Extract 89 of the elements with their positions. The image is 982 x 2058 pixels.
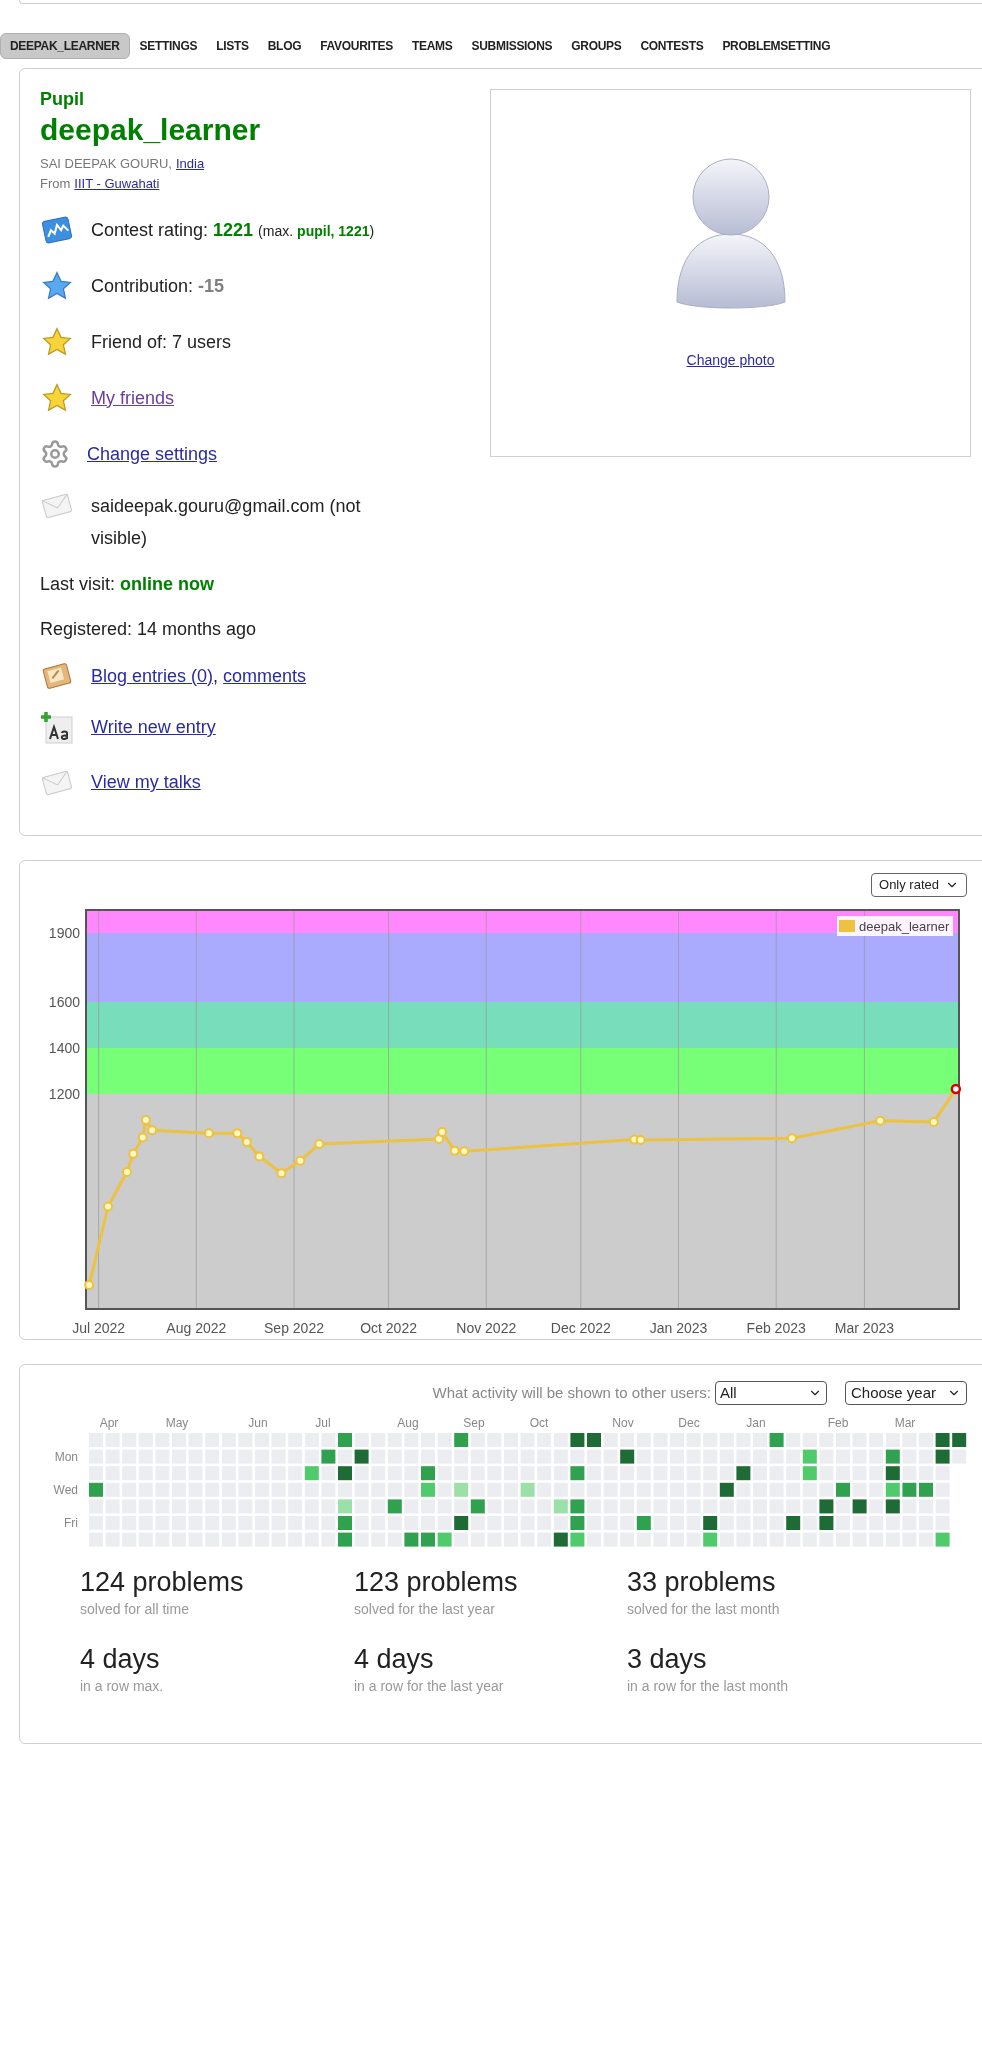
comments-link[interactable]: comments bbox=[223, 662, 307, 690]
x-axis-label: Mar 2023 bbox=[834, 1320, 895, 1336]
star-icon bbox=[40, 382, 74, 414]
x-axis-label: Oct 2022 bbox=[360, 1320, 417, 1336]
stat-caption: solved for the last month bbox=[627, 1600, 781, 1619]
nav-tab[interactable]: SETTINGS bbox=[130, 33, 207, 59]
stat-value: 4 days bbox=[354, 1643, 435, 1676]
country-link[interactable]: India bbox=[175, 154, 205, 174]
nav-tab[interactable]: CONTESTS bbox=[631, 33, 713, 59]
from-label: From bbox=[40, 175, 71, 193]
stat-caption: in a row max. bbox=[80, 1677, 165, 1696]
x-axis-label: Jan 2023 bbox=[649, 1320, 708, 1336]
write-entry-icon bbox=[40, 710, 74, 745]
month-label: Dec bbox=[678, 1416, 700, 1430]
stat-caption: solved for all time bbox=[80, 1600, 190, 1619]
month-label: Sep bbox=[463, 1416, 485, 1430]
user-handle: deepak_learner bbox=[40, 112, 262, 148]
nav-tab[interactable]: TEAMS bbox=[403, 33, 462, 59]
legend-label: deepak_learner bbox=[859, 919, 950, 934]
friend-of-text: Friend of: 7 users bbox=[91, 330, 232, 354]
nav-tab[interactable]: FAVOURITES bbox=[311, 33, 402, 59]
x-axis-label: Feb 2023 bbox=[746, 1320, 806, 1336]
weekday-label: Fri bbox=[64, 1516, 78, 1530]
write-entry-link[interactable]: Write new entry bbox=[91, 714, 216, 741]
email-text: saideepak.gouru@gmail.com (not visible) bbox=[91, 495, 362, 550]
x-axis-label: Sep 2022 bbox=[264, 1320, 324, 1336]
registered-text: Registered: 14 months ago bbox=[40, 618, 257, 641]
x-axis-label: Aug 2022 bbox=[166, 1320, 227, 1336]
month-label: Nov bbox=[612, 1416, 634, 1430]
view-talks-link[interactable]: View my talks bbox=[91, 769, 201, 796]
weekday-label: Mon bbox=[54, 1449, 78, 1464]
nav-tab[interactable]: PROBLEMSETTING bbox=[713, 33, 840, 59]
comma-text: , bbox=[213, 664, 219, 688]
month-label: May bbox=[165, 1416, 189, 1430]
nav-tab[interactable]: BLOG bbox=[258, 33, 311, 59]
stat-value: 33 problems bbox=[627, 1566, 777, 1599]
max-rating-prefix: (max. bbox=[258, 221, 294, 241]
last-visit-label: Last visit: bbox=[40, 573, 116, 596]
legend-swatch bbox=[839, 920, 855, 932]
month-label: Aug bbox=[397, 1416, 419, 1430]
stat-value: 3 days bbox=[627, 1643, 708, 1676]
visibility-label: What activity will be shown to other users: bbox=[432, 1382, 711, 1403]
year-select[interactable]: Choose year bbox=[845, 1381, 967, 1405]
max-rating-value: pupil, 1221 bbox=[297, 221, 370, 241]
rating-point[interactable] bbox=[950, 1083, 962, 1095]
last-visit-value: online now bbox=[120, 573, 215, 596]
y-axis-label: 1200 bbox=[48, 1085, 80, 1102]
month-label: Oct bbox=[529, 1416, 549, 1430]
x-axis-label: Nov 2022 bbox=[456, 1320, 517, 1336]
y-axis-label: 1400 bbox=[48, 1039, 80, 1056]
rating-point[interactable] bbox=[84, 1280, 95, 1291]
star-icon bbox=[40, 270, 74, 302]
weekday-label: Wed bbox=[53, 1482, 78, 1497]
month-label: Jun bbox=[248, 1416, 268, 1430]
nav-tab[interactable]: GROUPS bbox=[562, 33, 631, 59]
stat-caption: in a row for the last month bbox=[627, 1677, 790, 1696]
month-label: Jan bbox=[746, 1416, 766, 1430]
rating-filter-select[interactable]: Only rated bbox=[871, 873, 967, 897]
nav-tab[interactable]: LISTS bbox=[207, 33, 258, 59]
contribution-label: Contribution: bbox=[91, 274, 194, 298]
x-axis-label: Dec 2022 bbox=[550, 1320, 611, 1336]
stat-value: 123 problems bbox=[354, 1566, 519, 1599]
stat-caption: solved for the last year bbox=[354, 1600, 496, 1619]
settings-icon bbox=[40, 439, 70, 469]
contribution-value: -15 bbox=[198, 274, 225, 298]
rank-label: Pupil bbox=[40, 88, 85, 111]
nav-tab[interactable]: DEEPAK_LEARNER bbox=[0, 33, 130, 59]
visibility-select[interactable]: All bbox=[715, 1381, 827, 1405]
y-axis-label: 1600 bbox=[48, 993, 80, 1010]
full-name: SAI DEEPAK GOURU, bbox=[40, 155, 172, 173]
rating-label: Contest rating: bbox=[91, 218, 209, 242]
month-label: Jul bbox=[315, 1416, 331, 1430]
stat-value: 4 days bbox=[80, 1643, 161, 1676]
stat-value: 124 problems bbox=[80, 1566, 245, 1599]
organization-link[interactable]: IIIT - Guwahati bbox=[74, 174, 160, 194]
blog-entries-link[interactable]: Blog entries (0) bbox=[91, 662, 214, 690]
rating-value: 1221 bbox=[213, 218, 254, 242]
month-label: Feb bbox=[827, 1416, 849, 1430]
change-settings-link[interactable]: Change settings bbox=[87, 440, 218, 468]
month-label: Mar bbox=[894, 1416, 916, 1430]
stat-caption: in a row for the last year bbox=[354, 1677, 505, 1696]
x-axis-label: Jul 2022 bbox=[72, 1320, 126, 1336]
month-label: Apr bbox=[99, 1416, 119, 1430]
change-photo-link[interactable]: Change photo bbox=[686, 350, 775, 371]
star-icon bbox=[40, 326, 74, 358]
y-axis-label: 1900 bbox=[48, 925, 80, 941]
max-rating-suffix: ) bbox=[369, 221, 375, 241]
nav-tab[interactable]: SUBMISSIONS bbox=[462, 33, 562, 59]
my-friends-link[interactable]: My friends bbox=[91, 384, 175, 412]
